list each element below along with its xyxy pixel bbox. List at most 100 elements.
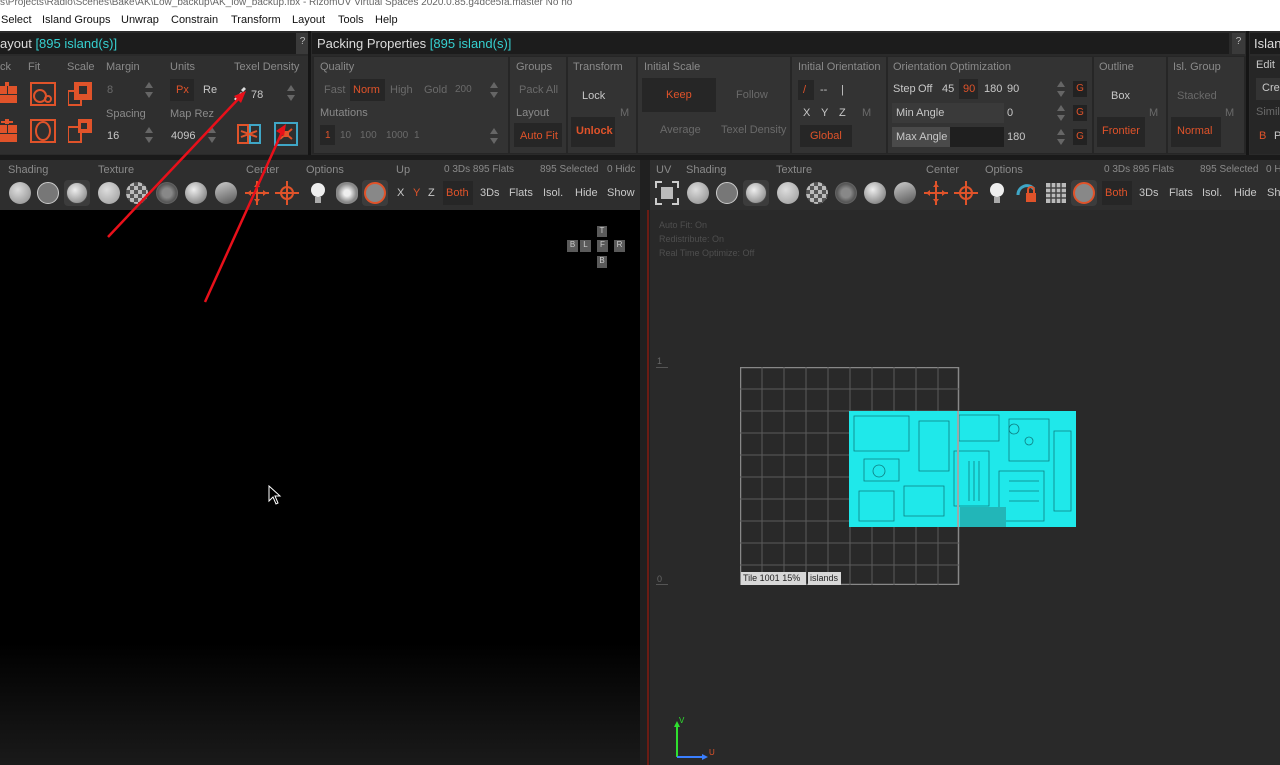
- uv-isol-button[interactable]: Isol.: [1202, 187, 1222, 199]
- quality-gold[interactable]: Gold: [424, 84, 447, 96]
- quality-gold-value[interactable]: 200: [455, 84, 472, 95]
- left-axis-z[interactable]: Z: [428, 187, 435, 199]
- options-sphere-icon[interactable]: [336, 182, 358, 204]
- shading-wire-shaded-icon[interactable]: [66, 182, 88, 204]
- fit-island-icon[interactable]: [30, 119, 56, 143]
- orient-vertical-button[interactable]: |: [841, 84, 844, 96]
- left-hide-button[interactable]: Hide: [575, 187, 598, 199]
- menu-tools[interactable]: Tools: [338, 14, 364, 26]
- uv-show-button[interactable]: Sh: [1267, 187, 1280, 199]
- gizmo-front[interactable]: F: [597, 240, 608, 252]
- orient-m-button[interactable]: M: [862, 107, 871, 119]
- menu-island-groups[interactable]: Island Groups: [42, 14, 110, 26]
- orient-x-button[interactable]: X: [803, 107, 810, 119]
- 3d-viewport[interactable]: [0, 210, 640, 765]
- step-spinner[interactable]: [1057, 79, 1065, 99]
- pack-selected-icon[interactable]: [0, 119, 24, 143]
- quality-spinner[interactable]: [490, 80, 498, 100]
- scale-texel-icon[interactable]: [68, 119, 92, 143]
- max-angle-label: Max Angle: [896, 131, 948, 143]
- gizmo-back[interactable]: B: [567, 240, 578, 252]
- island-p-button[interactable]: P: [1274, 130, 1280, 142]
- menu-constrain[interactable]: Constrain: [171, 14, 218, 26]
- max-angle-value[interactable]: 180: [1007, 131, 1025, 143]
- packing-panel-title: Packing Properties: [317, 36, 427, 51]
- uv-islands[interactable]: [849, 411, 1076, 527]
- step-value[interactable]: 90: [1007, 83, 1019, 95]
- menu-unwrap[interactable]: Unwrap: [121, 14, 159, 26]
- packing-help-button[interactable]: ?: [1232, 33, 1245, 54]
- uv-options-orange-ring-icon[interactable]: [1073, 182, 1095, 204]
- left-flats-button[interactable]: Flats: [509, 187, 533, 199]
- uv-texture-image-icon[interactable]: [894, 182, 916, 204]
- island-b-button[interactable]: B: [1259, 130, 1266, 142]
- uv-center-world-icon[interactable]: [954, 181, 978, 205]
- left-isol-button[interactable]: Isol.: [543, 187, 563, 199]
- transform-m-button[interactable]: M: [620, 107, 629, 119]
- uv-shading-wire-icon[interactable]: [716, 182, 738, 204]
- uv-texture-none-icon[interactable]: [777, 182, 799, 204]
- min-angle-spinner[interactable]: [1057, 103, 1065, 123]
- mutations-10[interactable]: 10: [340, 130, 351, 141]
- orient-horizontal-button[interactable]: --: [820, 84, 827, 96]
- orient-y-button[interactable]: Y: [821, 107, 828, 119]
- quality-high[interactable]: High: [390, 84, 413, 96]
- uv-grid-icon[interactable]: [1044, 181, 1068, 205]
- outline-m-button[interactable]: M: [1149, 107, 1158, 119]
- left-axis-y[interactable]: Y: [413, 187, 420, 199]
- pack-all-button[interactable]: Pack All: [519, 84, 558, 96]
- uv-texture-custom-icon[interactable]: [864, 182, 886, 204]
- menu-transform[interactable]: Transform: [231, 14, 281, 26]
- uv-center-selection-icon[interactable]: [924, 181, 948, 205]
- isl-group-m-button[interactable]: M: [1225, 107, 1234, 119]
- uv-3ds-button[interactable]: 3Ds: [1139, 187, 1159, 199]
- mutations-1000[interactable]: 1000: [386, 130, 408, 141]
- min-angle-value[interactable]: 0: [1007, 107, 1013, 119]
- shading-wire-icon[interactable]: [37, 182, 59, 204]
- quality-fast[interactable]: Fast: [324, 84, 345, 96]
- step-off[interactable]: Off: [918, 83, 932, 95]
- lock-button[interactable]: Lock: [582, 90, 605, 102]
- uv-texture-checker-icon[interactable]: [806, 182, 828, 204]
- pack-icon[interactable]: [0, 82, 24, 106]
- follow-button[interactable]: Follow: [736, 89, 768, 101]
- view-cube-gizmo[interactable]: T B L F R B: [567, 226, 627, 270]
- fit-uv-icon[interactable]: [30, 82, 56, 106]
- max-angle-g-button[interactable]: G: [1073, 129, 1087, 145]
- mutations-value[interactable]: 1: [414, 130, 420, 141]
- menu-select[interactable]: Select: [1, 14, 32, 26]
- gizmo-top[interactable]: T: [597, 226, 607, 237]
- lightbulb-icon[interactable]: [306, 181, 330, 205]
- options-orange-ring-icon[interactable]: [364, 182, 386, 204]
- uv-shading-flat-icon[interactable]: [687, 182, 709, 204]
- uv-lock-rotate-icon[interactable]: [1014, 181, 1038, 205]
- left-3ds-button[interactable]: 3Ds: [480, 187, 500, 199]
- mutations-spinner[interactable]: [490, 126, 498, 146]
- step-180[interactable]: 180: [984, 83, 1002, 95]
- orient-z-button[interactable]: Z: [839, 107, 846, 119]
- uv-flats-button[interactable]: Flats: [1169, 187, 1193, 199]
- mutations-100[interactable]: 100: [360, 130, 377, 141]
- gizmo-bottom[interactable]: B: [597, 256, 607, 268]
- stacked-button[interactable]: Stacked: [1177, 90, 1217, 102]
- shading-flat-icon[interactable]: [9, 182, 31, 204]
- min-angle-g-button[interactable]: G: [1073, 105, 1087, 121]
- menu-help[interactable]: Help: [375, 14, 398, 26]
- scale-icon[interactable]: [68, 82, 92, 106]
- outline-box-button[interactable]: Box: [1111, 90, 1130, 102]
- left-show-button[interactable]: Show: [607, 187, 635, 199]
- uv-shading-wire-shaded-icon[interactable]: [745, 182, 767, 204]
- step-g-button[interactable]: G: [1073, 81, 1087, 97]
- left-axis-x[interactable]: X: [397, 187, 404, 199]
- gizmo-right[interactable]: R: [614, 240, 625, 252]
- texel-density-scale-button[interactable]: Texel Density: [721, 124, 786, 136]
- average-button[interactable]: Average: [660, 124, 701, 136]
- uv-hide-button[interactable]: Hide: [1234, 187, 1257, 199]
- max-angle-spinner[interactable]: [1057, 127, 1065, 147]
- menu-layout[interactable]: Layout: [292, 14, 325, 26]
- uv-lightbulb-icon[interactable]: [985, 181, 1009, 205]
- uv-frame-icon[interactable]: [655, 181, 679, 205]
- step-45[interactable]: 45: [942, 83, 954, 95]
- gizmo-left[interactable]: L: [580, 240, 591, 252]
- uv-texture-dots-icon[interactable]: [835, 182, 857, 204]
